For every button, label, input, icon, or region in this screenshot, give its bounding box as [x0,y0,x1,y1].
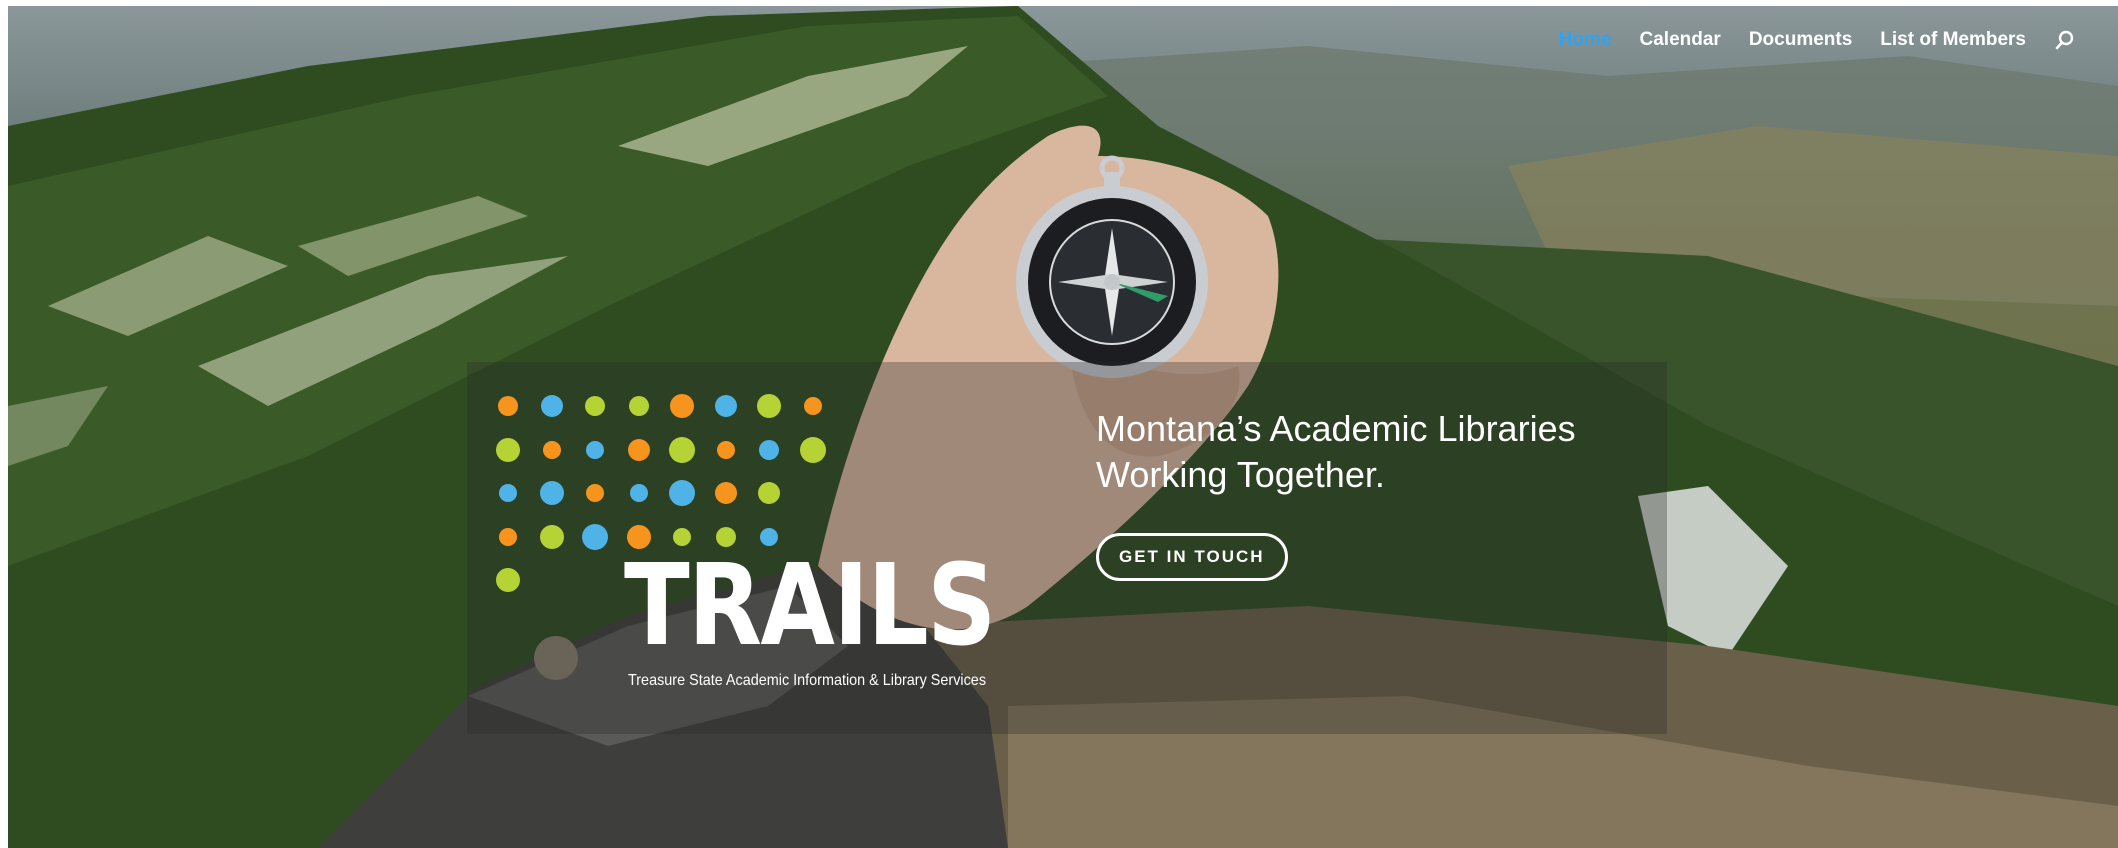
logo-dot [716,440,735,459]
logo-dot [758,482,780,504]
search-icon[interactable] [2054,29,2076,51]
logo-dot [799,436,826,463]
logo-dot [669,480,695,506]
logo-dot [585,396,605,416]
logo-dot [586,484,604,502]
logo-dot [670,394,694,418]
get-in-touch-button[interactable]: GET IN TOUCH [1096,533,1288,581]
logo-dot [498,396,518,416]
logo-dot [628,396,649,416]
logo-subtitle: Treasure State Academic Information & Li… [628,672,987,689]
logo-wordmark: TRAILS [624,541,996,671]
logo-dot [757,394,781,418]
logo-dot [627,438,650,461]
hero-headline-line-2: Working Together. [1096,454,1385,495]
logo-dot [499,484,517,502]
nav-link-calendar[interactable]: Calendar [1640,29,1721,51]
nav-link-documents[interactable]: Documents [1749,29,1852,51]
logo-dot [629,484,648,502]
logo-dot [496,568,520,592]
logo-dot [714,482,737,504]
logo-dot [539,481,564,505]
hero-banner [8,6,2118,848]
trails-logo[interactable]: TRAILS Treasure State Academic Informati… [492,390,1002,700]
main-navigation: Home Calendar Documents List of Members [1559,22,2076,58]
hero-headline: Montana’s Academic Libraries Working Tog… [1096,406,1656,498]
nav-link-list-of-members[interactable]: List of Members [1880,29,2026,51]
logo-dot [669,436,695,463]
logo-dot [539,524,564,549]
logo-dot [582,523,608,550]
logo-dot [496,437,520,462]
logo-dot [803,397,822,415]
logo-dot [542,440,561,459]
logo-dot [586,440,604,459]
hero-headline-line-1: Montana’s Academic Libraries [1096,408,1576,449]
logo-dot [540,395,563,417]
nav-link-home[interactable]: Home [1559,29,1612,51]
logo-dot [714,395,737,417]
logo-dot [759,439,779,460]
logo-dot [499,527,517,546]
